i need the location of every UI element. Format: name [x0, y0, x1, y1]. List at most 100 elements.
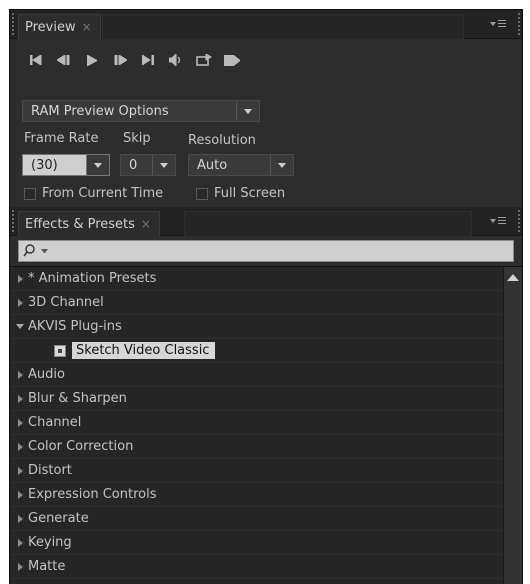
menu-lines-icon [498, 20, 506, 28]
category-item[interactable]: Channel [10, 411, 503, 435]
disclosure-collapsed-icon[interactable] [14, 274, 26, 283]
item-label: Channel [28, 415, 82, 430]
item-label: Keying [28, 535, 72, 550]
disclosure-collapsed-icon[interactable] [14, 394, 26, 403]
disclosure-collapsed-icon[interactable] [14, 298, 26, 307]
audio-button[interactable] [162, 49, 190, 71]
panel-grip-icon[interactable] [11, 209, 15, 232]
full-screen-label: Full Screen [214, 186, 286, 201]
tab-effects-presets[interactable]: Effects & Presets × [18, 211, 160, 236]
effects-search-box[interactable] [18, 240, 514, 262]
vertical-scrollbar[interactable] [503, 267, 522, 584]
item-label: Color Correction [28, 439, 134, 454]
play-button[interactable] [78, 49, 106, 71]
ram-preview-icon [224, 54, 240, 66]
category-item[interactable]: * Animation Presets [10, 267, 503, 291]
panel-grip-icon[interactable] [517, 209, 521, 232]
disclosure-collapsed-icon[interactable] [14, 442, 26, 451]
disclosure-collapsed-icon[interactable] [14, 370, 26, 379]
triangle-right-icon [17, 274, 23, 283]
category-item[interactable]: Distort [10, 459, 503, 483]
next-frame-icon [114, 55, 127, 65]
ram-preview-options-select[interactable]: RAM Preview Options [22, 100, 260, 122]
skip-select[interactable]: 0 [120, 154, 176, 176]
category-item[interactable]: Keying [10, 531, 503, 555]
category-item[interactable]: Matte [10, 555, 503, 579]
ram-preview-button[interactable] [218, 49, 246, 71]
disclosure-expanded-icon[interactable] [14, 324, 26, 329]
disclosure-collapsed-icon[interactable] [14, 538, 26, 547]
next-frame-button[interactable] [106, 49, 134, 71]
resolution-select[interactable]: Auto [188, 154, 294, 176]
disclosure-collapsed-icon[interactable] [14, 490, 26, 499]
category-item[interactable]: Expression Controls [10, 483, 503, 507]
close-icon[interactable]: × [141, 217, 151, 231]
category-item[interactable]: Blur & Sharpen [10, 387, 503, 411]
dropdown-arrow [152, 155, 175, 175]
effect-item[interactable]: Sketch Video Classic [10, 339, 503, 363]
preview-panel-header: Preview × [10, 10, 522, 39]
full-screen-checkbox[interactable] [196, 187, 208, 200]
scroll-up-arrow[interactable] [504, 267, 522, 287]
chevron-down-icon [278, 162, 286, 168]
triangle-right-icon [17, 418, 23, 427]
triangle-right-icon [17, 490, 23, 499]
from-current-time-label: From Current Time [42, 186, 164, 201]
from-current-time-checkbox[interactable] [24, 187, 36, 200]
triangle-right-icon [17, 298, 23, 307]
disclosure-collapsed-icon[interactable] [14, 418, 26, 427]
audio-icon [169, 54, 181, 66]
disclosure-collapsed-icon[interactable] [14, 466, 26, 475]
category-item[interactable]: Color Correction [10, 435, 503, 459]
resolution-value: Auto [197, 157, 228, 173]
search-icon [23, 244, 35, 257]
triangle-right-icon [17, 562, 23, 571]
first-frame-button[interactable] [22, 49, 50, 71]
tab-preview[interactable]: Preview × [18, 14, 101, 39]
item-label: * Animation Presets [28, 271, 157, 286]
category-item[interactable]: AKVIS Plug-ins [10, 315, 503, 339]
loop-icon [196, 54, 212, 66]
item-label: AKVIS Plug-ins [28, 319, 122, 334]
ram-preview-options-value: RAM Preview Options [31, 103, 169, 119]
frame-rate-value: (30) [31, 157, 58, 173]
category-item[interactable]: 3D Channel [10, 291, 503, 315]
chevron-down-icon [490, 22, 496, 26]
tab-bar-empty [102, 14, 464, 39]
item-label: Sketch Video Classic [72, 342, 216, 359]
panel-menu-button[interactable] [488, 213, 508, 229]
frame-rate-label: Frame Rate [24, 131, 99, 146]
effect-icon [54, 344, 66, 357]
panel-menu-button[interactable] [488, 16, 508, 32]
category-item[interactable]: Generate [10, 507, 503, 531]
dropdown-arrow [270, 155, 293, 175]
panel-grip-icon[interactable] [11, 12, 15, 35]
skip-value: 0 [129, 157, 138, 173]
item-label: Blur & Sharpen [28, 391, 127, 406]
triangle-right-icon [17, 370, 23, 379]
chevron-down-icon [244, 108, 252, 114]
menu-lines-icon [498, 217, 506, 225]
item-label: Matte [28, 559, 66, 574]
prev-frame-icon [57, 55, 70, 65]
disclosure-collapsed-icon[interactable] [14, 562, 26, 571]
effects-tree: * Animation Presets 3D Channel AKVIS Plug-… [10, 266, 522, 584]
chevron-down-icon[interactable] [41, 248, 48, 254]
tab-effects-presets-label: Effects & Presets [25, 216, 135, 232]
triangle-down-icon [16, 324, 24, 329]
last-frame-button[interactable] [134, 49, 162, 71]
category-item[interactable]: Audio [10, 363, 503, 387]
effects-search-input[interactable] [50, 241, 513, 261]
triangle-right-icon [17, 538, 23, 547]
item-label: 3D Channel [28, 295, 104, 310]
previous-frame-button[interactable] [50, 49, 78, 71]
full-screen-option[interactable]: Full Screen [196, 186, 285, 201]
from-current-time-option[interactable]: From Current Time [24, 186, 163, 201]
frame-rate-select[interactable]: (30) [22, 154, 110, 176]
item-label: Generate [28, 511, 89, 526]
loop-button[interactable] [190, 49, 218, 71]
disclosure-collapsed-icon[interactable] [14, 514, 26, 523]
close-icon[interactable]: × [82, 20, 92, 34]
triangle-right-icon [17, 442, 23, 451]
panel-grip-icon[interactable] [517, 12, 521, 35]
